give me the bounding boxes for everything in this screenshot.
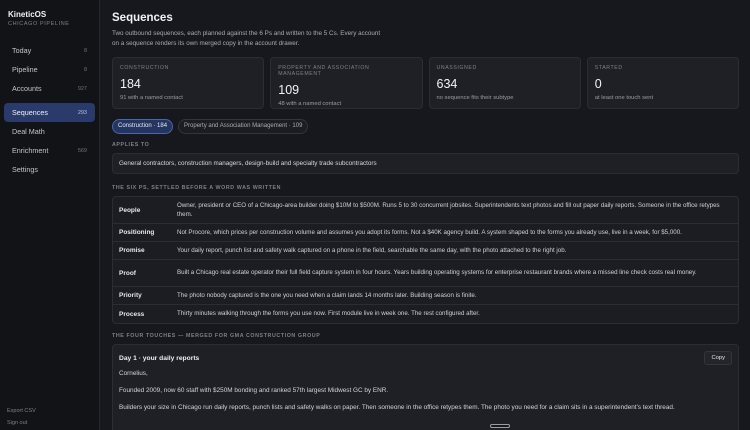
stat-label: Started <box>594 65 623 71</box>
stat-card-started: Started 0 at least one touch sent <box>586 57 739 109</box>
sequence-tabs: Construction · 184 Property and Associat… <box>112 119 739 134</box>
sidebar-item-label: Enrichment <box>12 146 49 155</box>
sidebar-item-deal-math[interactable]: Deal Math <box>4 122 95 141</box>
stat-card-construction: Construction 184 91 with a named contact <box>112 57 265 109</box>
sidebar-item-enrichment[interactable]: Enrichment 569 <box>4 141 95 160</box>
sidebar-item-label: Pipeline <box>12 65 38 74</box>
touch-title: Day 1 · your daily reports <box>119 354 200 362</box>
stat-subtext: no sequence fits their subtype <box>436 95 514 101</box>
copy-button[interactable]: Copy <box>704 351 732 365</box>
sidebar-item-count: 927 <box>77 85 87 92</box>
touch-line: Cornelius, <box>119 370 148 377</box>
stat-label: Unassigned <box>436 65 477 71</box>
table-row: People Owner, president or CEO of a Chic… <box>113 197 738 224</box>
table-row: Positioning Not Procore, which prices pe… <box>113 224 738 242</box>
stat-card-unassigned: Unassigned 634 no sequence fits their su… <box>428 57 581 109</box>
row-value: The photo nobody captured is the one you… <box>177 291 477 299</box>
applies-to-box: General contractors, construction manage… <box>112 153 739 174</box>
brand-subtitle: CHICAGO PIPELINE <box>8 21 70 27</box>
stat-label: Property and Association Management <box>278 65 370 77</box>
sidebar-item-sequences[interactable]: Sequences 293 <box>4 103 95 122</box>
row-key: Positioning <box>119 229 155 236</box>
table-row: Process Thirty minutes walking through t… <box>113 305 738 323</box>
six-ps-table: People Owner, president or CEO of a Chic… <box>112 196 739 324</box>
sidebar-item-label: Deal Math <box>12 127 45 136</box>
six-ps-heading: The six Ps, settled before a word was wr… <box>112 185 282 191</box>
touch-line: Builders your size in Chicago run daily … <box>119 404 675 411</box>
sidebar-item-settings[interactable]: Settings <box>4 160 95 179</box>
main-content: Sequences Two outbound sequences, each p… <box>100 0 750 430</box>
stat-subtext: at least one touch sent <box>594 95 654 101</box>
sidebar-item-label: Accounts <box>12 84 42 93</box>
stat-subtext: 48 with a named contact <box>278 101 342 107</box>
stat-value: 184 <box>120 77 141 91</box>
row-value: Built a Chicago real estate operator the… <box>177 269 697 277</box>
applies-to-heading: Applies to <box>112 142 150 148</box>
touch-body: Cornelius, Founded 2009, now 60 staff wi… <box>119 370 732 411</box>
brand-title: KineticOS <box>8 10 47 19</box>
table-row: Proof Built a Chicago real estate operat… <box>113 260 738 287</box>
sidebar: KineticOS CHICAGO PIPELINE Today 8 Pipel… <box>0 0 100 430</box>
export-csv-link[interactable]: Export CSV <box>7 408 36 414</box>
stat-label: Construction <box>120 65 169 71</box>
sidebar-item-today[interactable]: Today 8 <box>4 41 95 60</box>
sidebar-item-count: 569 <box>77 147 87 154</box>
stat-subtext: 91 with a named contact <box>120 95 183 101</box>
page-title: Sequences <box>112 12 173 24</box>
sidebar-item-count: 8 <box>83 66 87 73</box>
touch-card-day-1: Day 1 · your daily reports Copy Corneliu… <box>112 344 739 430</box>
sidebar-item-pipeline[interactable]: Pipeline 8 <box>4 60 95 79</box>
scroll-handle[interactable] <box>490 424 510 428</box>
stats-row: Construction 184 91 with a named contact… <box>112 57 739 109</box>
touch-card-header: Day 1 · your daily reports Copy <box>119 351 732 365</box>
row-value: Not Procore, which prices per constructi… <box>177 228 682 236</box>
row-value: Thirty minutes walking through the forms… <box>177 310 480 318</box>
tab-property-management[interactable]: Property and Association Management · 10… <box>178 119 309 134</box>
row-key: Promise <box>119 247 145 254</box>
applies-to-text: General contractors, construction manage… <box>119 160 377 167</box>
stat-card-property-management: Property and Association Management 109 … <box>270 57 423 109</box>
touch-line: Founded 2009, now 60 staff with $250M bo… <box>119 387 389 394</box>
row-key: Proof <box>119 269 136 277</box>
stat-value: 634 <box>436 77 458 91</box>
sidebar-item-label: Settings <box>12 165 38 174</box>
stat-value: 0 <box>594 77 602 91</box>
row-value: Your daily report, punch list and safety… <box>177 246 567 254</box>
stat-value: 109 <box>278 83 300 97</box>
table-row: Priority The photo nobody captured is th… <box>113 287 738 305</box>
four-touches-heading: The four touches — merged for GMA Constr… <box>112 333 321 339</box>
sign-out-link[interactable]: Sign out <box>7 420 36 426</box>
row-key: People <box>119 206 141 214</box>
row-value: Owner, president or CEO of a Chicago-are… <box>177 201 720 218</box>
page-description: Two outbound sequences, each planned aga… <box>112 30 381 47</box>
sidebar-footer: Export CSV Sign out <box>7 402 36 426</box>
tab-construction[interactable]: Construction · 184 <box>112 119 174 134</box>
app-window: KineticOS CHICAGO PIPELINE Today 8 Pipel… <box>0 0 750 430</box>
sidebar-item-accounts[interactable]: Accounts 927 <box>4 79 95 98</box>
sidebar-nav: Today 8 Pipeline 8 Accounts 927 Sequence… <box>0 41 99 179</box>
sidebar-item-label: Sequences <box>12 108 48 117</box>
row-key: Process <box>119 310 145 318</box>
brand: KineticOS CHICAGO PIPELINE <box>0 10 99 27</box>
row-key: Priority <box>119 292 142 299</box>
sidebar-item-count: 293 <box>77 109 87 116</box>
table-row: Promise Your daily report, punch list an… <box>113 242 738 260</box>
sidebar-item-label: Today <box>12 46 32 55</box>
sidebar-item-count: 8 <box>83 47 87 54</box>
